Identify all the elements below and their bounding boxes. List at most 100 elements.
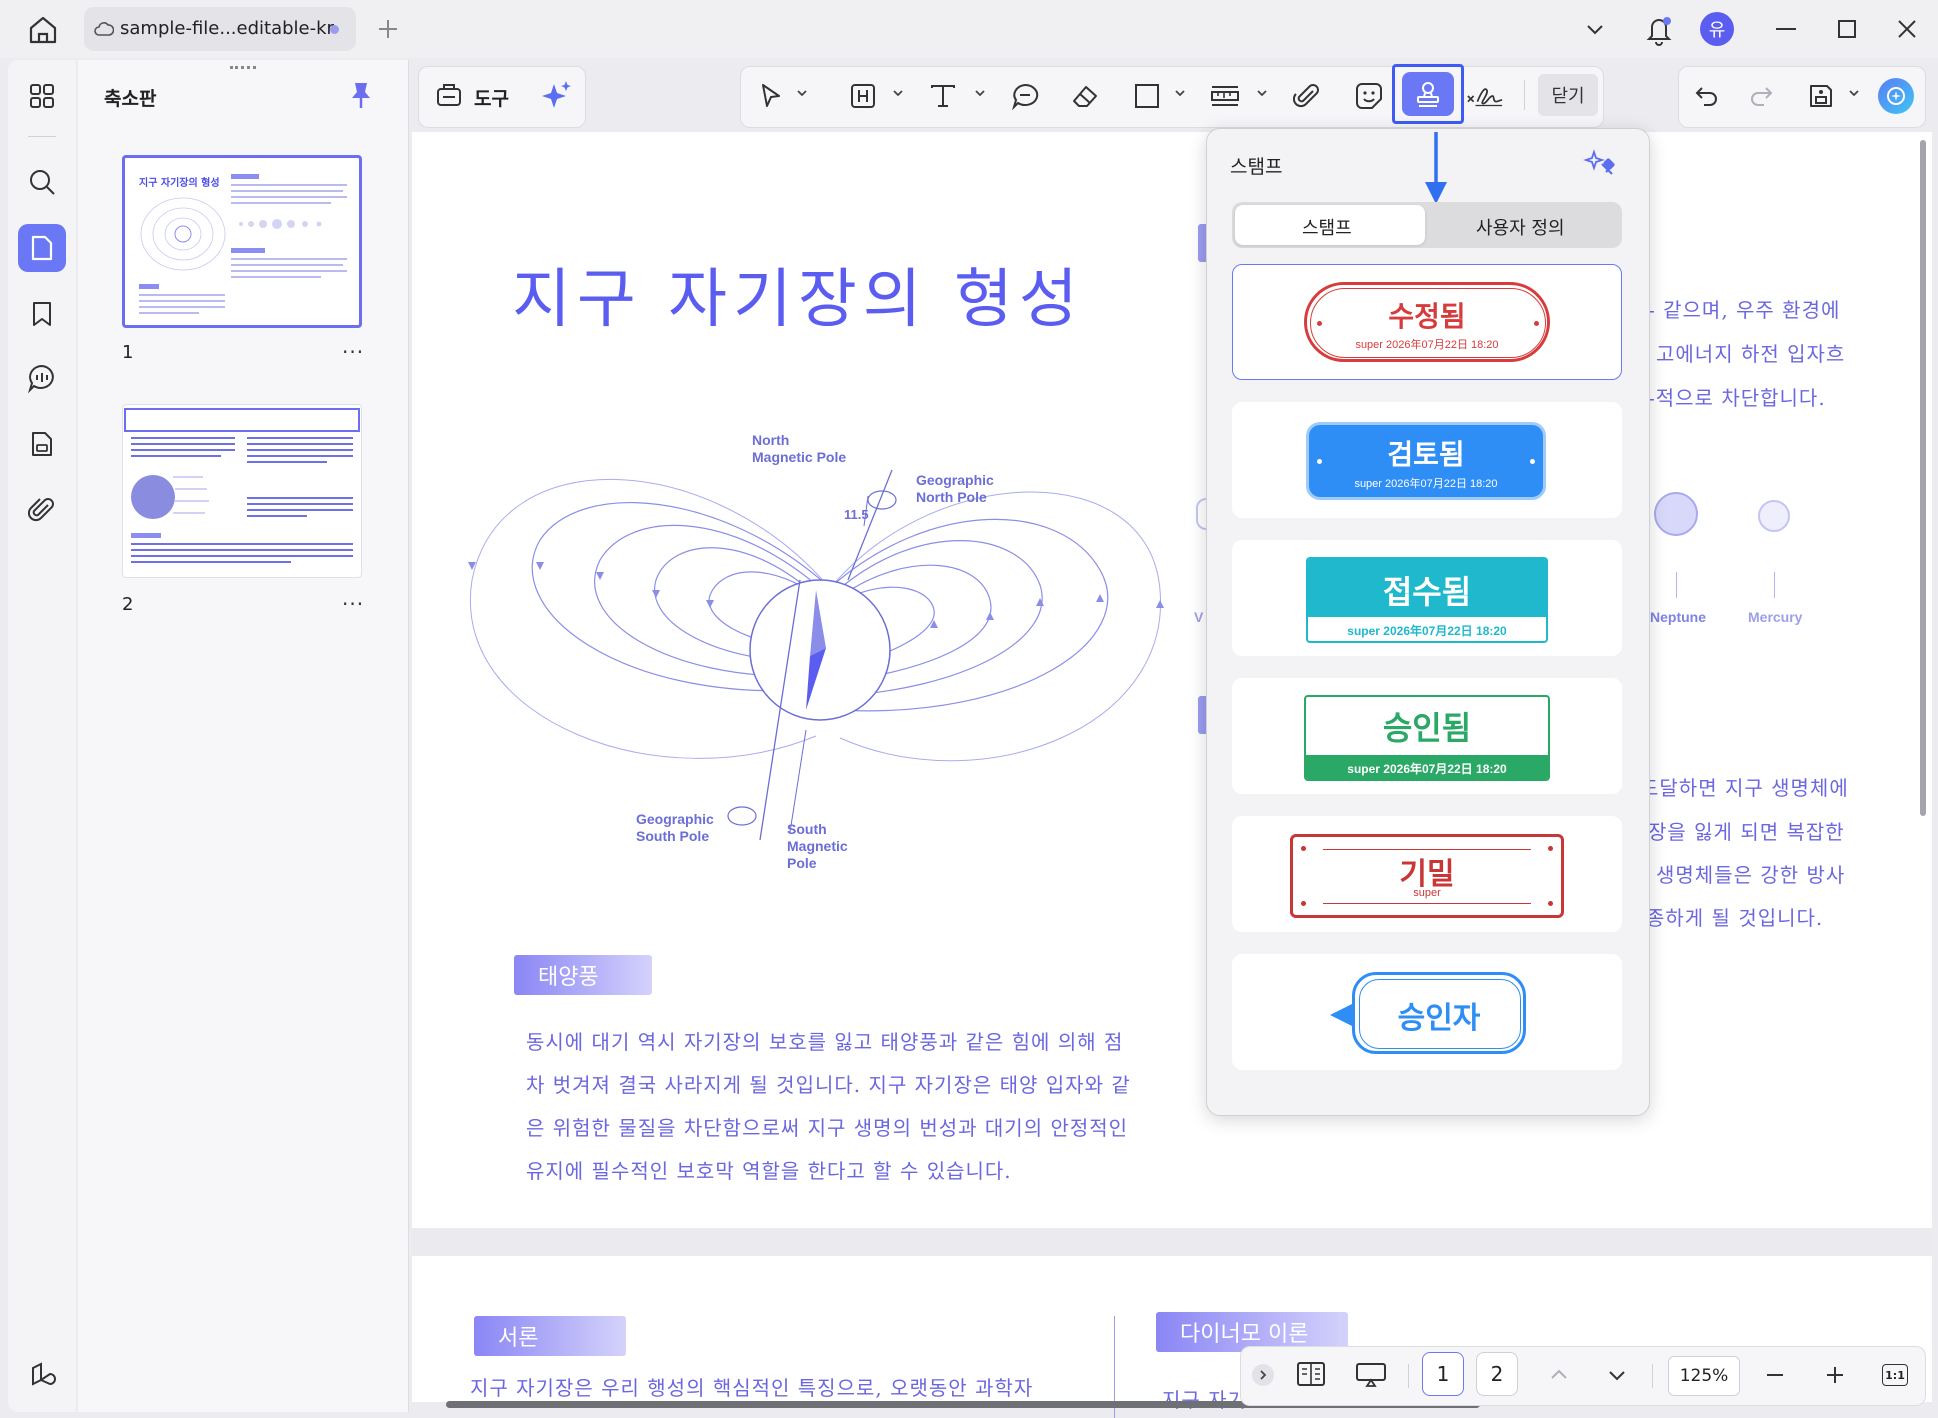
chevron-down-icon[interactable] bbox=[974, 88, 986, 98]
bottom-divider bbox=[1652, 1364, 1653, 1388]
right-text-line: 고에너지 하전 입자흐 bbox=[1656, 342, 1846, 366]
notification-bell-icon[interactable] bbox=[1644, 14, 1674, 46]
rail-divider bbox=[28, 136, 56, 137]
right-text-line: 종하게 될 것입니다. bbox=[1646, 906, 1824, 930]
thumbnails-title: 축소판 bbox=[104, 88, 157, 110]
close-window-icon[interactable] bbox=[1896, 18, 1918, 40]
undo-icon[interactable] bbox=[1688, 78, 1726, 114]
planet-tick bbox=[1676, 572, 1677, 598]
tab-stamps-label[interactable]: 스탬프 bbox=[1302, 214, 1352, 240]
diagram-label-south-3: Pole bbox=[787, 855, 817, 871]
page-button-1[interactable]: 1 bbox=[1422, 1352, 1464, 1396]
zoom-out-icon[interactable] bbox=[1764, 1365, 1786, 1385]
zoom-level-field[interactable]: 125% bbox=[1668, 1356, 1740, 1396]
highlight-icon[interactable] bbox=[844, 78, 882, 114]
actual-size-button[interactable]: 1:1 bbox=[1882, 1364, 1908, 1386]
attachment-icon[interactable] bbox=[18, 486, 66, 534]
planet-tick bbox=[1774, 572, 1775, 598]
sticker-icon[interactable] bbox=[1350, 78, 1388, 114]
stamp-approver[interactable]: 승인자 bbox=[1352, 972, 1526, 1054]
user-avatar[interactable]: 유 bbox=[1700, 12, 1734, 46]
tools-button[interactable]: 도구 bbox=[474, 84, 509, 111]
text-tool-icon[interactable] bbox=[924, 78, 962, 114]
chevron-down-icon[interactable] bbox=[1584, 20, 1606, 40]
paragraph-line: 동시에 대기 역시 자기장의 보호를 잃고 태양풍과 같은 힘에 의해 점 bbox=[526, 1030, 1124, 1054]
thumbnails-icon[interactable] bbox=[18, 224, 66, 272]
redo-icon[interactable] bbox=[1742, 78, 1780, 114]
chevron-down-icon[interactable] bbox=[892, 88, 904, 98]
chevron-down-icon[interactable] bbox=[796, 88, 808, 98]
page-more-button-2[interactable]: ··· bbox=[342, 592, 364, 616]
previous-page-icon[interactable] bbox=[1548, 1365, 1570, 1385]
comment-tool-icon[interactable] bbox=[1006, 78, 1044, 114]
stamp-sub: super 2026年07月22日 18:20 bbox=[1354, 478, 1498, 490]
pin-icon[interactable] bbox=[348, 80, 374, 110]
chevron-down-icon[interactable] bbox=[1256, 88, 1268, 98]
magnetic-field-diagram bbox=[468, 469, 1164, 841]
arrow-indicator bbox=[1422, 130, 1450, 206]
bookmark-icon[interactable] bbox=[18, 290, 66, 338]
measure-icon[interactable] bbox=[1206, 78, 1244, 114]
presentation-icon[interactable] bbox=[1354, 1361, 1388, 1389]
planet-label-mercury: Mercury bbox=[1748, 609, 1803, 625]
stamp-received[interactable]: 접수됨 super 2026年07月22日 18:20 bbox=[1306, 557, 1548, 643]
page-button-2[interactable]: 2 bbox=[1476, 1352, 1518, 1396]
signature-icon[interactable] bbox=[1466, 78, 1504, 114]
page-separator bbox=[412, 1228, 1932, 1256]
form-icon[interactable] bbox=[18, 420, 66, 468]
panel-drag-handle[interactable] bbox=[230, 66, 256, 73]
bottom-divider bbox=[1408, 1364, 1409, 1388]
diagram-label-geo-south-1: Geographic bbox=[636, 811, 714, 827]
page-thumbnail-2[interactable] bbox=[122, 404, 362, 578]
planet-partial-circle bbox=[1196, 498, 1206, 530]
stamp-revised[interactable]: 수정됨 super 2026年07月22日 18:20 bbox=[1304, 282, 1550, 362]
stamp-icon[interactable] bbox=[1402, 72, 1454, 116]
stamp-rule bbox=[1323, 903, 1531, 904]
save-icon[interactable] bbox=[1802, 78, 1840, 114]
rectangle-shape-icon[interactable] bbox=[1128, 78, 1166, 114]
diagram-label-north-2: Magnetic Pole bbox=[752, 449, 847, 465]
ai-sparkle-icon[interactable] bbox=[540, 78, 574, 112]
stamp-reviewed[interactable]: 검토됨 super 2026年07月22日 18:20 bbox=[1306, 422, 1546, 500]
eraser-icon[interactable] bbox=[1066, 78, 1104, 114]
comment-icon[interactable] bbox=[18, 354, 66, 402]
right-text-line: -적으로 차단합니다. bbox=[1648, 386, 1826, 410]
stamp-label: 승인됨 bbox=[1382, 709, 1472, 747]
apps-grid-icon[interactable] bbox=[18, 72, 66, 120]
page-layout-icon[interactable] bbox=[1296, 1361, 1326, 1387]
close-toolbar-button[interactable]: 닫기 bbox=[1538, 74, 1598, 116]
next-page-icon[interactable] bbox=[1606, 1365, 1628, 1385]
chevron-down-icon[interactable] bbox=[1174, 88, 1186, 98]
diagram-label-geo-north-1: Geographic bbox=[916, 472, 994, 488]
ai-assistant-icon[interactable] bbox=[1878, 78, 1914, 114]
add-custom-stamp-icon[interactable] bbox=[1582, 148, 1616, 178]
stamp-approved[interactable]: 승인됨 super 2026年07月22日 18:20 bbox=[1304, 695, 1550, 781]
zoom-in-icon[interactable] bbox=[1824, 1365, 1846, 1385]
page-number-1: 1 bbox=[122, 342, 134, 363]
tab-custom-label[interactable]: 사용자 정의 bbox=[1476, 214, 1565, 240]
vertical-scrollbar[interactable] bbox=[1920, 140, 1926, 816]
new-tab-icon[interactable] bbox=[376, 17, 400, 41]
section-label-intro: 서론 bbox=[474, 1316, 626, 1356]
section-label-solar-wind: 태양풍 bbox=[514, 955, 652, 995]
search-icon[interactable] bbox=[18, 158, 66, 206]
minimize-icon[interactable] bbox=[1776, 28, 1796, 30]
tab-title: sample-file...editable-kr bbox=[120, 18, 334, 39]
right-text-line: 생명체들은 강한 방사 bbox=[1656, 863, 1846, 887]
stamp-confidential[interactable]: 기밀 super bbox=[1290, 834, 1564, 918]
attach-file-icon[interactable] bbox=[1288, 78, 1326, 114]
home-icon[interactable] bbox=[26, 13, 60, 47]
tools-icon[interactable] bbox=[434, 80, 464, 110]
app-logo-icon[interactable] bbox=[18, 1350, 66, 1398]
page-thumbnail-1[interactable]: 지구 자기장의 형성 bbox=[122, 155, 362, 328]
chevron-down-icon[interactable] bbox=[1848, 88, 1860, 98]
stamp-dot bbox=[1548, 901, 1553, 906]
right-text-line: 도달하면 지구 생명체에 bbox=[1640, 776, 1849, 800]
maximize-icon[interactable] bbox=[1838, 20, 1856, 38]
diagram-label-angle: 11.5 bbox=[844, 507, 869, 522]
select-cursor-icon[interactable] bbox=[752, 78, 790, 114]
document-title: 지구 자기장의 형성 bbox=[512, 263, 1084, 337]
page-more-button-1[interactable]: ··· bbox=[342, 340, 364, 364]
right-text-line: - 같으며, 우주 환경에 bbox=[1648, 298, 1841, 322]
expand-chevron-icon[interactable] bbox=[1252, 1364, 1274, 1386]
